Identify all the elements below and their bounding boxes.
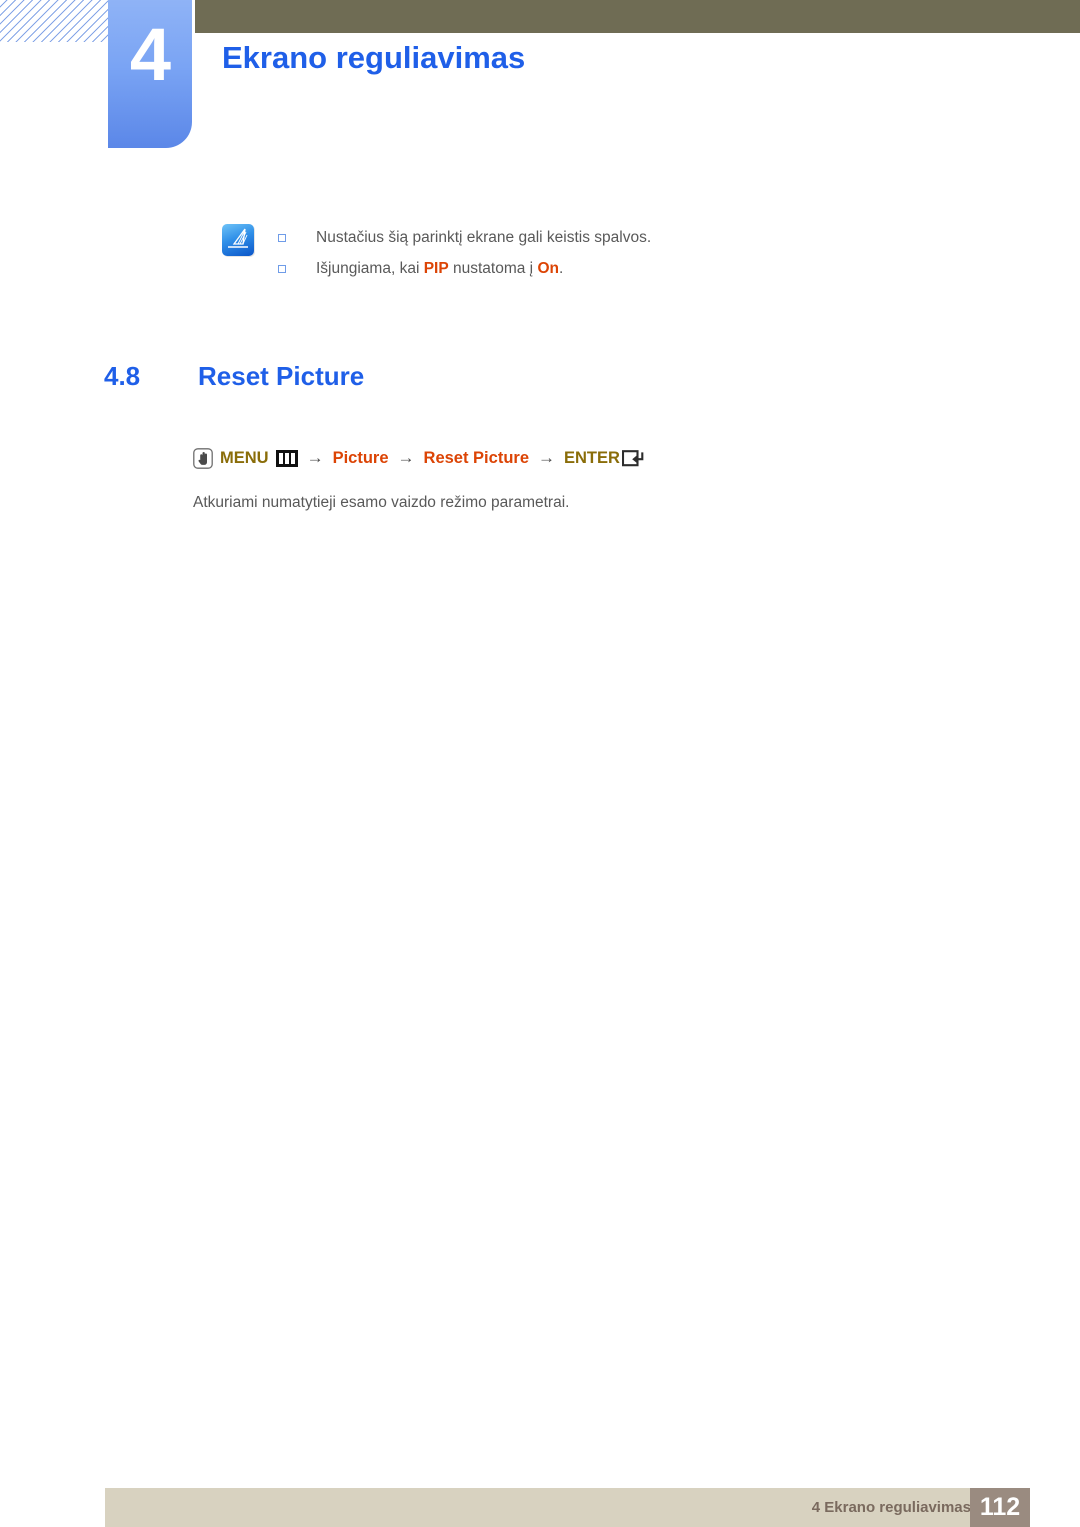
enter-label: ENTER bbox=[564, 448, 620, 467]
section-number: 4.8 bbox=[104, 361, 141, 391]
chapter-tab: 4 bbox=[108, 0, 192, 148]
body-paragraph: Atkuriami numatytieji esamo vaizdo režim… bbox=[193, 494, 570, 511]
note-accent-pip: PIP bbox=[423, 260, 449, 277]
header-bar bbox=[195, 0, 1080, 33]
footer-bar: 4 Ekrano reguliavimas bbox=[105, 1488, 1030, 1527]
corner-hatch-decoration bbox=[0, 0, 110, 42]
page-number-badge: 112 bbox=[970, 1488, 1030, 1527]
path-step-reset-picture: Reset Picture bbox=[423, 448, 529, 467]
note-text: Nustačius šią parinktį ekrane gali keist… bbox=[316, 229, 652, 246]
note-list: Nustačius šią parinktį ekrane gali keist… bbox=[278, 222, 651, 284]
note-text-before: Išjungiama, kai bbox=[316, 260, 424, 277]
bullet-square-icon bbox=[278, 265, 286, 273]
path-arrow: → bbox=[397, 448, 415, 467]
section-heading: 4.8 Reset Picture bbox=[104, 361, 364, 392]
note-text-after: . bbox=[558, 260, 564, 277]
list-item: Nustačius šią parinktį ekrane gali keist… bbox=[278, 222, 651, 253]
hand-press-icon bbox=[193, 447, 213, 469]
note-accent-on: On bbox=[537, 260, 559, 277]
note-pen-icon bbox=[222, 224, 254, 256]
footer-text: 4 Ekrano reguliavimas bbox=[811, 1499, 971, 1516]
list-item: Išjungiama, kai PIP nustatoma į On. bbox=[278, 253, 651, 284]
path-arrow: → bbox=[538, 448, 555, 467]
chapter-title: Ekrano reguliavimas bbox=[222, 40, 526, 75]
enter-key-icon bbox=[621, 449, 645, 468]
path-step-picture: Picture bbox=[332, 448, 389, 467]
chapter-number: 4 bbox=[129, 13, 171, 96]
note-text-middle: nustatoma į bbox=[448, 260, 538, 277]
menu-label: MENU bbox=[220, 448, 269, 467]
path-arrow: → bbox=[306, 448, 324, 467]
menu-grid-icon bbox=[275, 449, 298, 467]
menu-path: MENU → Picture → Reset Picture → ENTER bbox=[193, 444, 645, 472]
page-title: Reset Picture bbox=[198, 361, 365, 391]
bullet-square-icon bbox=[278, 234, 286, 242]
